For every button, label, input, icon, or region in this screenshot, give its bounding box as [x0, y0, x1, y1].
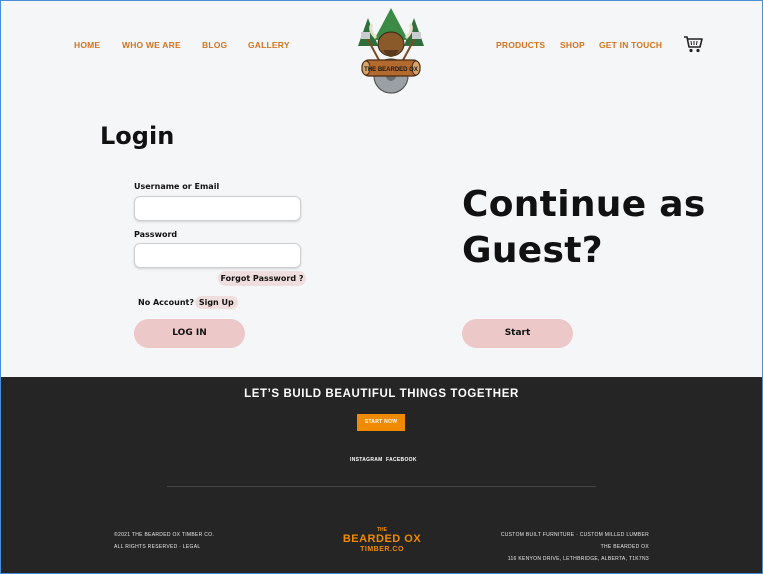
log-in-button[interactable]: LOG IN: [134, 319, 245, 348]
no-account-text: No Account?: [138, 298, 195, 307]
guest-title-line1: Continue as: [462, 184, 706, 225]
nav-blog[interactable]: BLOG: [202, 40, 227, 50]
company-name: THE BEARDED OX: [600, 544, 649, 550]
footer-logo[interactable]: THE BEARDED OX TIMBER.CO: [340, 527, 424, 559]
footer-tagline: LET’S BUILD BEAUTIFUL THINGS TOGETHER: [244, 388, 519, 400]
password-label: Password: [134, 230, 178, 239]
services-text: CUSTOM BUILT FURNITURE · CUSTOM MILLED L…: [500, 532, 649, 538]
sign-up-link[interactable]: Sign Up: [194, 296, 238, 309]
forgot-password-link[interactable]: Forgot Password ?: [218, 271, 306, 286]
footer-logo-line3: TIMBER.CO: [360, 546, 404, 553]
guest-title-line2: Guest?: [462, 230, 603, 271]
nav-shop[interactable]: SHOP: [560, 40, 585, 50]
rights-legal-text[interactable]: ALL RIGHTS RESERVED · LEGAL: [114, 544, 200, 550]
footer-divider: [167, 486, 596, 487]
instagram-link[interactable]: INSTAGRAM: [350, 457, 383, 463]
logo-emblem: THE BEARDED OX: [358, 8, 424, 94]
nav-products[interactable]: PRODUCTS: [496, 40, 545, 50]
start-button[interactable]: Start: [462, 319, 573, 348]
address-text: 116 KENYON DRIVE, LETHBRIDGE, ALBERTA, T…: [507, 556, 649, 562]
footer-logo-line2: BEARDED OX: [342, 533, 422, 545]
footer: LET’S BUILD BEAUTIFUL THINGS TOGETHER ST…: [0, 377, 763, 574]
facebook-link[interactable]: FACEBOOK: [386, 457, 417, 463]
copyright-text: ©2021 THE BEARDED OX TIMBER CO.: [114, 532, 215, 538]
username-input[interactable]: [134, 196, 301, 221]
start-now-button[interactable]: START NOW: [357, 414, 405, 431]
guest-title: Continue as Guest?: [462, 182, 706, 274]
password-input[interactable]: [134, 243, 301, 268]
bearded-ox-logo[interactable]: THE BEARDED OX: [356, 6, 426, 94]
nav-get-in-touch[interactable]: GET IN TOUCH: [599, 40, 662, 50]
username-label: Username or Email: [134, 182, 220, 191]
login-title: Login: [100, 122, 175, 150]
shopping-cart-icon[interactable]: [683, 35, 703, 53]
nav-who-we-are[interactable]: WHO WE ARE: [122, 40, 181, 50]
nav-gallery[interactable]: GALLERY: [248, 40, 290, 50]
logo-text: THE BEARDED OX: [364, 67, 418, 73]
no-account-row: No Account? Sign Up: [138, 296, 238, 309]
nav-home[interactable]: HOME: [74, 40, 100, 50]
